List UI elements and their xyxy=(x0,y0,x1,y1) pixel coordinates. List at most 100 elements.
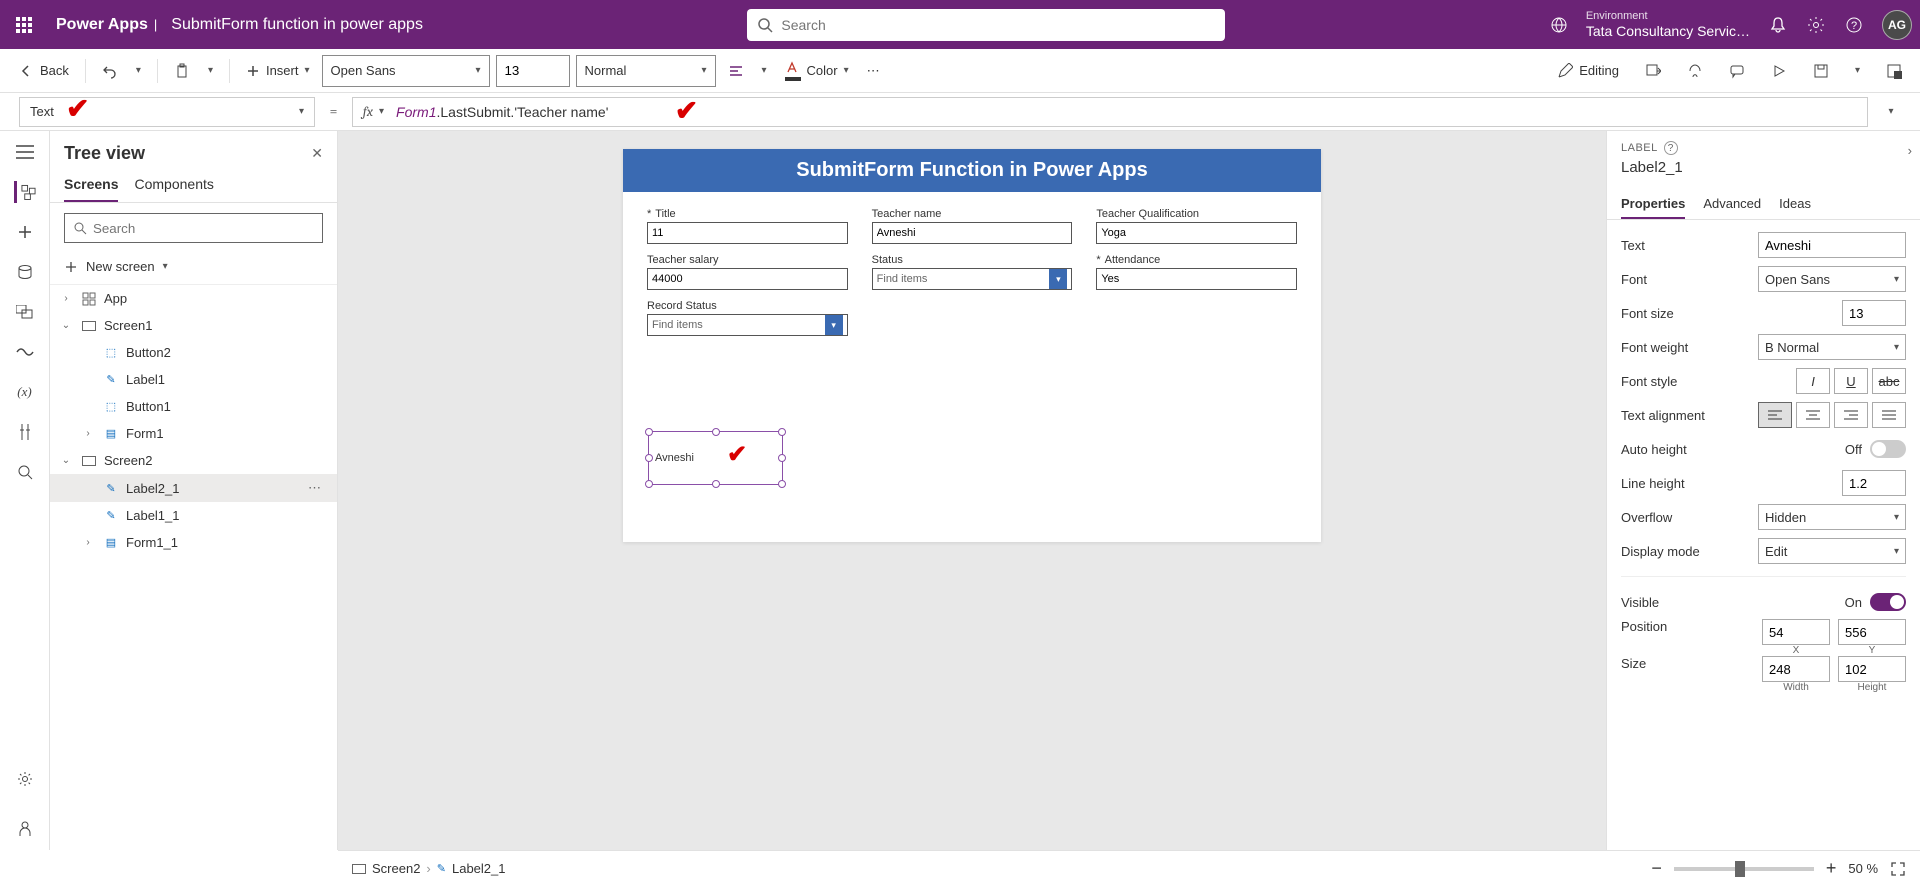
tree-item-form1[interactable]: › ▤ Form1 xyxy=(50,420,337,447)
underline-button[interactable]: U xyxy=(1834,368,1868,394)
new-screen-button[interactable]: New screen ▾ xyxy=(50,253,337,280)
font-size-input[interactable] xyxy=(496,55,570,87)
search-input[interactable] xyxy=(781,17,1215,33)
tree-item-label1[interactable]: ✎ Label1 xyxy=(50,366,337,393)
prop-x[interactable] xyxy=(1762,619,1830,645)
hamburger-icon[interactable] xyxy=(14,141,36,163)
prop-height[interactable] xyxy=(1838,656,1906,682)
media-icon[interactable] xyxy=(14,301,36,323)
copilot-rail-icon[interactable] xyxy=(14,818,36,840)
preview-button[interactable] xyxy=(1765,59,1793,83)
save-button[interactable] xyxy=(1807,59,1835,83)
publish-button[interactable] xyxy=(1880,59,1908,83)
control-name[interactable]: Label2_1 xyxy=(1607,159,1920,184)
app-title: Power Apps xyxy=(56,16,148,34)
zoom-in[interactable]: + xyxy=(1826,858,1837,879)
zoom-slider[interactable] xyxy=(1674,867,1814,871)
tree-item-form1-1[interactable]: › ▤ Form1_1 xyxy=(50,529,337,556)
prop-fontsize[interactable] xyxy=(1842,300,1906,326)
paste-button[interactable] xyxy=(168,59,196,83)
prop-fontweight[interactable]: B Normal▾ xyxy=(1758,334,1906,360)
tab-screens[interactable]: Screens xyxy=(64,168,118,202)
prop-overflow[interactable]: Hidden▾ xyxy=(1758,504,1906,530)
field-salary: Teacher salary xyxy=(647,254,848,290)
tools-icon[interactable] xyxy=(14,421,36,443)
search-rail-icon[interactable] xyxy=(14,461,36,483)
help-icon[interactable]: ? xyxy=(1844,15,1864,35)
autoheight-toggle[interactable] xyxy=(1870,440,1906,458)
save-dropdown[interactable]: ▾ xyxy=(1849,61,1866,80)
tab-components[interactable]: Components xyxy=(134,168,213,202)
paste-dropdown[interactable]: ▾ xyxy=(202,61,219,80)
search-icon xyxy=(73,221,87,235)
breadcrumb[interactable]: Screen2 › ✎ Label2_1 xyxy=(352,861,505,876)
align-button[interactable] xyxy=(722,59,750,83)
field-record-status: Record Status Find items▾ xyxy=(647,300,848,336)
settings-icon[interactable] xyxy=(1806,15,1826,35)
zoom-out[interactable]: − xyxy=(1651,858,1662,879)
font-family-select[interactable]: Open Sans▾ xyxy=(322,55,490,87)
fit-to-screen[interactable] xyxy=(1890,861,1906,877)
tree-item-screen2[interactable]: ⌄ Screen2 xyxy=(50,447,337,474)
align-dropdown[interactable]: ▾ xyxy=(756,61,773,80)
comments-button[interactable] xyxy=(1723,59,1751,83)
tree-item-label1-1[interactable]: ✎ Label1_1 xyxy=(50,502,337,529)
collapse-panel[interactable]: › xyxy=(1908,143,1912,158)
formula-input[interactable]: fx▾ Form1.LastSubmit.'Teacher name' ✔ xyxy=(352,97,1868,127)
flows-icon[interactable] xyxy=(14,341,36,363)
properties-panel: › LABEL ? Label2_1 Properties Advanced I… xyxy=(1606,131,1920,850)
strike-button[interactable]: abc xyxy=(1872,368,1906,394)
align-right[interactable] xyxy=(1834,402,1868,428)
tab-ideas[interactable]: Ideas xyxy=(1779,190,1811,219)
tree-item-more[interactable]: ⋯ xyxy=(308,480,329,496)
editing-mode[interactable]: Editing xyxy=(1551,59,1625,83)
app-launcher[interactable] xyxy=(8,9,40,41)
form-title: SubmitForm Function in Power Apps xyxy=(623,149,1321,192)
settings-rail-icon[interactable] xyxy=(14,768,36,790)
align-center[interactable] xyxy=(1796,402,1830,428)
environment-picker[interactable]: Environment Tata Consultancy Servic… xyxy=(1586,10,1750,40)
italic-button[interactable]: I xyxy=(1796,368,1830,394)
prop-lineheight[interactable] xyxy=(1842,470,1906,496)
prop-text[interactable] xyxy=(1758,232,1906,258)
font-weight-select[interactable]: Normal▾ xyxy=(576,55,716,87)
visible-toggle[interactable] xyxy=(1870,593,1906,611)
align-left[interactable] xyxy=(1758,402,1792,428)
tab-advanced[interactable]: Advanced xyxy=(1703,190,1761,219)
back-button[interactable]: Back xyxy=(12,59,75,83)
prop-displaymode[interactable]: Edit▾ xyxy=(1758,538,1906,564)
expand-formula[interactable]: ▾ xyxy=(1876,106,1906,117)
canvas-area[interactable]: SubmitForm Function in Power Apps *Title… xyxy=(338,131,1606,850)
variables-icon[interactable]: (x) xyxy=(14,381,36,403)
tree-item-label2-1[interactable]: ✎ Label2_1 ⋯ xyxy=(50,474,337,502)
tree-item-button1[interactable]: ⬚ Button1 xyxy=(50,393,337,420)
selected-control[interactable]: Avneshi ✔ xyxy=(648,431,783,485)
insert-button[interactable]: Insert ▾ xyxy=(240,59,316,82)
data-icon[interactable] xyxy=(14,261,36,283)
app-checker-button[interactable] xyxy=(1681,59,1709,83)
insert-icon[interactable] xyxy=(14,221,36,243)
close-tree-button[interactable]: ✕ xyxy=(311,145,323,162)
tree-view-icon[interactable] xyxy=(14,181,36,203)
prop-y[interactable] xyxy=(1838,619,1906,645)
user-avatar[interactable]: AG xyxy=(1882,10,1912,40)
info-icon[interactable]: ? xyxy=(1664,141,1678,155)
share-button[interactable] xyxy=(1639,59,1667,83)
color-button[interactable]: Color ▾ xyxy=(779,57,855,85)
notifications-icon[interactable] xyxy=(1768,15,1788,35)
prop-width[interactable] xyxy=(1762,656,1830,682)
more-button[interactable]: ⋯ xyxy=(861,59,886,83)
tree-item-screen1[interactable]: ⌄ Screen1 xyxy=(50,312,337,339)
tab-properties[interactable]: Properties xyxy=(1621,190,1685,219)
prop-font[interactable]: Open Sans▾ xyxy=(1758,266,1906,292)
align-justify[interactable] xyxy=(1872,402,1906,428)
screen-icon xyxy=(352,864,366,874)
tree-item-button2[interactable]: ⬚ Button2 xyxy=(50,339,337,366)
tree-search[interactable] xyxy=(64,213,323,243)
global-search[interactable] xyxy=(747,9,1225,41)
property-selector[interactable]: Text ▾ ✔ xyxy=(19,97,315,127)
undo-dropdown[interactable]: ▾ xyxy=(130,61,147,80)
tree-item-app[interactable]: › App xyxy=(50,285,337,312)
screen-canvas[interactable]: SubmitForm Function in Power Apps *Title… xyxy=(623,149,1321,542)
undo-button[interactable] xyxy=(96,59,124,83)
